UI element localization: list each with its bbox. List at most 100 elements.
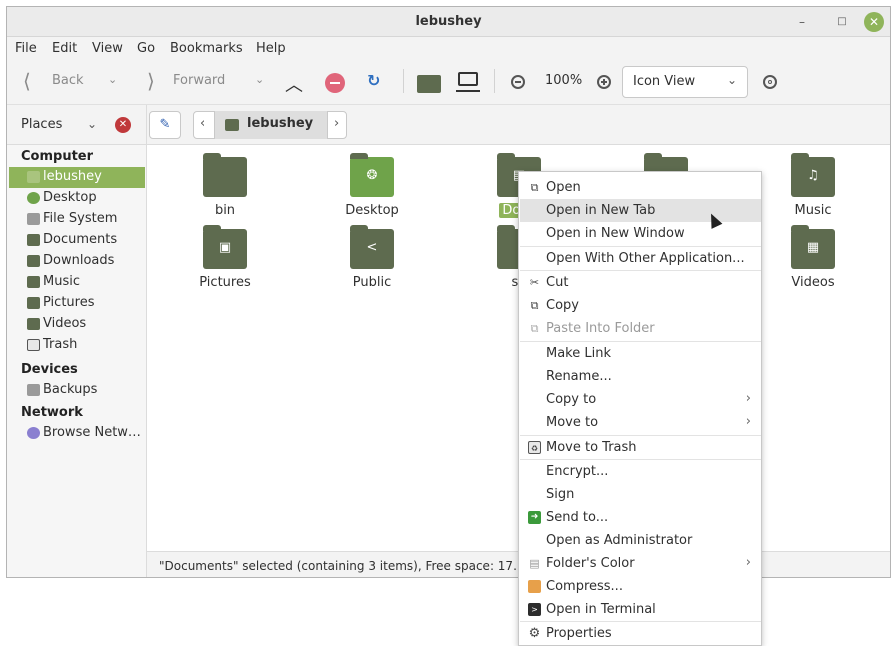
file-item-public[interactable]: < Public [322, 225, 422, 290]
sidebar-item-file-system[interactable]: File System [9, 209, 145, 230]
minimize-button[interactable]: – [792, 12, 812, 32]
chevron-down-icon[interactable]: ⌄ [87, 117, 97, 131]
computer-icon[interactable] [456, 72, 480, 94]
sidebar-item-desktop[interactable]: Desktop [9, 188, 145, 209]
network-icon [27, 427, 40, 439]
drive-icon [27, 384, 40, 396]
menu-item-open-in-terminal[interactable]: > Open in Terminal [520, 598, 761, 621]
sidebar-item-label: Music [43, 274, 80, 289]
breadcrumb-item-home[interactable]: lebushey [214, 111, 328, 139]
back-history-chevron-icon[interactable]: ⌄ [108, 73, 117, 86]
menu-item-send-to[interactable]: ➜ Send to... [520, 506, 761, 529]
menu-item-label: Rename... [546, 369, 612, 384]
status-text: "Documents" selected (containing 3 items… [159, 559, 517, 573]
menu-item-properties[interactable]: ⚙ Properties [520, 622, 761, 645]
menu-go[interactable]: Go [137, 41, 155, 56]
sidebar-item-videos[interactable]: Videos [9, 314, 145, 335]
view-mode-select[interactable]: Icon View ⌄ [622, 66, 748, 98]
gear-icon: ⚙ [528, 626, 541, 641]
menu-view[interactable]: View [92, 41, 123, 56]
chevron-right-icon: › [745, 414, 751, 429]
reload-icon[interactable]: ↻ [367, 71, 380, 90]
terminal-icon: > [528, 603, 541, 616]
forward-history-chevron-icon[interactable]: ⌄ [255, 73, 264, 86]
file-item-music[interactable]: ♫ Music [763, 153, 863, 218]
breadcrumb-right-icon[interactable]: › [334, 116, 339, 131]
trash-icon [27, 339, 40, 351]
folder-icon [27, 276, 40, 288]
sidebar-item-downloads[interactable]: Downloads [9, 251, 145, 272]
file-item-videos[interactable]: ▦ Videos [763, 225, 863, 290]
menu-item-cut[interactable]: ✂ Cut [520, 271, 761, 294]
sidebar-item-trash[interactable]: Trash [9, 335, 145, 356]
zoom-out-icon[interactable] [511, 75, 525, 89]
zoom-in-icon[interactable] [597, 75, 611, 89]
menu-item-label: Make Link [546, 346, 611, 361]
menu-item-sign[interactable]: Sign [520, 483, 761, 506]
menu-bar: File Edit View Go Bookmarks Help [7, 37, 890, 59]
menu-edit[interactable]: Edit [52, 41, 77, 56]
menu-item-open-with[interactable]: Open With Other Application... [520, 247, 761, 270]
sidebar-item-home[interactable]: lebushey [9, 167, 145, 188]
menu-item-move-to[interactable]: Move to › [520, 411, 761, 434]
archive-icon [528, 580, 541, 593]
menu-item-label: Open With Other Application... [546, 251, 745, 266]
sidebar-heading-network: Network [21, 405, 83, 420]
menu-item-label: Send to... [546, 510, 609, 525]
breadcrumb-left-icon[interactable]: ‹ [200, 116, 205, 131]
places-dropdown[interactable]: Places [21, 117, 62, 132]
menu-item-open-new-tab[interactable]: Open in New Tab [520, 199, 761, 222]
context-menu: ⧉ Open Open in New Tab Open in New Window… [518, 171, 762, 646]
sidebar-item-label: lebushey [43, 169, 102, 184]
menu-item-open-as-admin[interactable]: Open as Administrator [520, 529, 761, 552]
menu-item-label: Move to [546, 415, 599, 430]
file-label: Pictures [199, 275, 251, 290]
image-glyph-icon: ▣ [218, 240, 232, 255]
file-item-bin[interactable]: bin [175, 153, 275, 218]
menu-item-paste-into-folder[interactable]: ⧉ Paste Into Folder [520, 317, 761, 340]
breadcrumb: ‹ lebushey › [193, 111, 347, 139]
film-glyph-icon: ▦ [806, 240, 820, 255]
videos-folder-icon: ▦ [791, 225, 835, 269]
sidebar-item-backups[interactable]: Backups [9, 380, 145, 401]
desktop-icon [27, 192, 40, 204]
menu-item-compress[interactable]: Compress... [520, 575, 761, 598]
menu-bookmarks[interactable]: Bookmarks [170, 41, 243, 56]
sidebar-item-label: Documents [43, 232, 118, 247]
menu-item-rename[interactable]: Rename... [520, 365, 761, 388]
sidebar-item-browse-network[interactable]: Browse Netw… [9, 423, 145, 444]
menu-item-move-to-trash[interactable]: ♻ Move to Trash [520, 436, 761, 459]
title-bar: lebushey – □ ✕ [7, 7, 890, 37]
palette-icon: ▤ [529, 557, 540, 570]
close-sidebar-icon[interactable]: ✕ [115, 117, 131, 133]
edit-location-button[interactable]: ✎ [149, 111, 181, 139]
menu-item-copy[interactable]: ⧉ Copy [520, 294, 761, 317]
menu-item-label: Properties [546, 626, 612, 641]
menu-help[interactable]: Help [256, 41, 286, 56]
menu-item-label: Sign [546, 487, 575, 502]
sidebar-item-documents[interactable]: Documents [9, 230, 145, 251]
menu-item-folder-color[interactable]: ▤ Folder's Color › [520, 552, 761, 575]
menu-item-encrypt[interactable]: Encrypt... [520, 460, 761, 483]
menu-item-open-new-window[interactable]: Open in New Window [520, 222, 761, 245]
menu-file[interactable]: File [15, 41, 37, 56]
folder-icon [27, 318, 40, 330]
folder-icon [27, 234, 40, 246]
search-icon[interactable] [763, 75, 777, 89]
close-window-button[interactable]: ✕ [864, 12, 884, 32]
sidebar-item-label: Downloads [43, 253, 115, 268]
sidebar-item-pictures[interactable]: Pictures [9, 293, 145, 314]
menu-item-copy-to[interactable]: Copy to › [520, 388, 761, 411]
menu-item-label: Copy [546, 298, 579, 313]
stop-icon[interactable] [325, 73, 345, 93]
file-item-pictures[interactable]: ▣ Pictures [175, 225, 275, 290]
sidebar-item-label: Trash [43, 337, 78, 352]
folder-icon [27, 297, 40, 309]
menu-item-open[interactable]: ⧉ Open [520, 176, 761, 199]
new-folder-icon[interactable] [417, 75, 441, 93]
maximize-button[interactable]: □ [832, 12, 852, 32]
up-arrow-icon[interactable]: ︿ [285, 71, 303, 97]
menu-item-make-link[interactable]: Make Link [520, 342, 761, 365]
file-item-desktop[interactable]: ❂ Desktop [322, 153, 422, 218]
sidebar-item-music[interactable]: Music [9, 272, 145, 293]
